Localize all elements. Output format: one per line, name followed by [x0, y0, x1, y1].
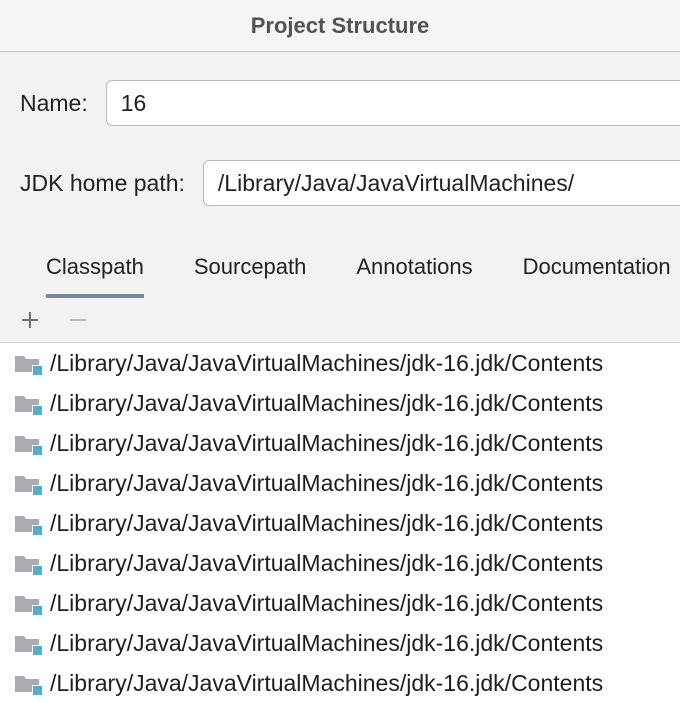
list-item[interactable]: /Library/Java/JavaVirtualMachines/jdk-16… [0, 663, 680, 703]
list-item-path: /Library/Java/JavaVirtualMachines/jdk-16… [50, 510, 603, 537]
window-title: Project Structure [251, 13, 430, 39]
library-folder-icon [14, 593, 40, 613]
classpath-list[interactable]: /Library/Java/JavaVirtualMachines/jdk-16… [0, 343, 680, 703]
jdk-path-row: JDK home path: [20, 160, 680, 206]
list-item-path: /Library/Java/JavaVirtualMachines/jdk-16… [50, 390, 603, 417]
form-area: Name: JDK home path: [0, 52, 680, 206]
minus-icon [69, 311, 87, 329]
tab-classpath[interactable]: Classpath [46, 254, 144, 298]
library-folder-icon [14, 353, 40, 373]
library-folder-icon [14, 673, 40, 693]
tab-sourcepath[interactable]: Sourcepath [194, 254, 307, 298]
list-toolbar [0, 298, 680, 343]
list-item[interactable]: /Library/Java/JavaVirtualMachines/jdk-16… [0, 543, 680, 583]
name-input[interactable] [106, 80, 680, 126]
list-item-path: /Library/Java/JavaVirtualMachines/jdk-16… [50, 470, 603, 497]
remove-button[interactable] [66, 308, 90, 332]
library-folder-icon [14, 393, 40, 413]
list-item-path: /Library/Java/JavaVirtualMachines/jdk-16… [50, 630, 603, 657]
library-folder-icon [14, 433, 40, 453]
tabs: Classpath Sourcepath Annotations Documen… [0, 240, 680, 298]
add-button[interactable] [18, 308, 42, 332]
list-item-path: /Library/Java/JavaVirtualMachines/jdk-16… [50, 350, 603, 377]
list-item-path: /Library/Java/JavaVirtualMachines/jdk-16… [50, 670, 603, 697]
list-item[interactable]: /Library/Java/JavaVirtualMachines/jdk-16… [0, 343, 680, 383]
plus-icon [21, 311, 39, 329]
jdk-path-input[interactable] [203, 160, 680, 206]
list-item[interactable]: /Library/Java/JavaVirtualMachines/jdk-16… [0, 463, 680, 503]
tab-annotations[interactable]: Annotations [356, 254, 472, 298]
library-folder-icon [14, 633, 40, 653]
library-folder-icon [14, 553, 40, 573]
library-folder-icon [14, 473, 40, 493]
tab-documentation[interactable]: Documentation [523, 254, 671, 298]
name-row: Name: [20, 80, 680, 126]
list-item[interactable]: /Library/Java/JavaVirtualMachines/jdk-16… [0, 383, 680, 423]
titlebar: Project Structure [0, 0, 680, 52]
list-item[interactable]: /Library/Java/JavaVirtualMachines/jdk-16… [0, 423, 680, 463]
library-folder-icon [14, 513, 40, 533]
name-label: Name: [20, 90, 88, 117]
list-item-path: /Library/Java/JavaVirtualMachines/jdk-16… [50, 550, 603, 577]
jdk-path-label: JDK home path: [20, 170, 185, 197]
list-item-path: /Library/Java/JavaVirtualMachines/jdk-16… [50, 590, 603, 617]
list-item-path: /Library/Java/JavaVirtualMachines/jdk-16… [50, 430, 603, 457]
list-item[interactable]: /Library/Java/JavaVirtualMachines/jdk-16… [0, 503, 680, 543]
list-item[interactable]: /Library/Java/JavaVirtualMachines/jdk-16… [0, 623, 680, 663]
list-item[interactable]: /Library/Java/JavaVirtualMachines/jdk-16… [0, 583, 680, 623]
